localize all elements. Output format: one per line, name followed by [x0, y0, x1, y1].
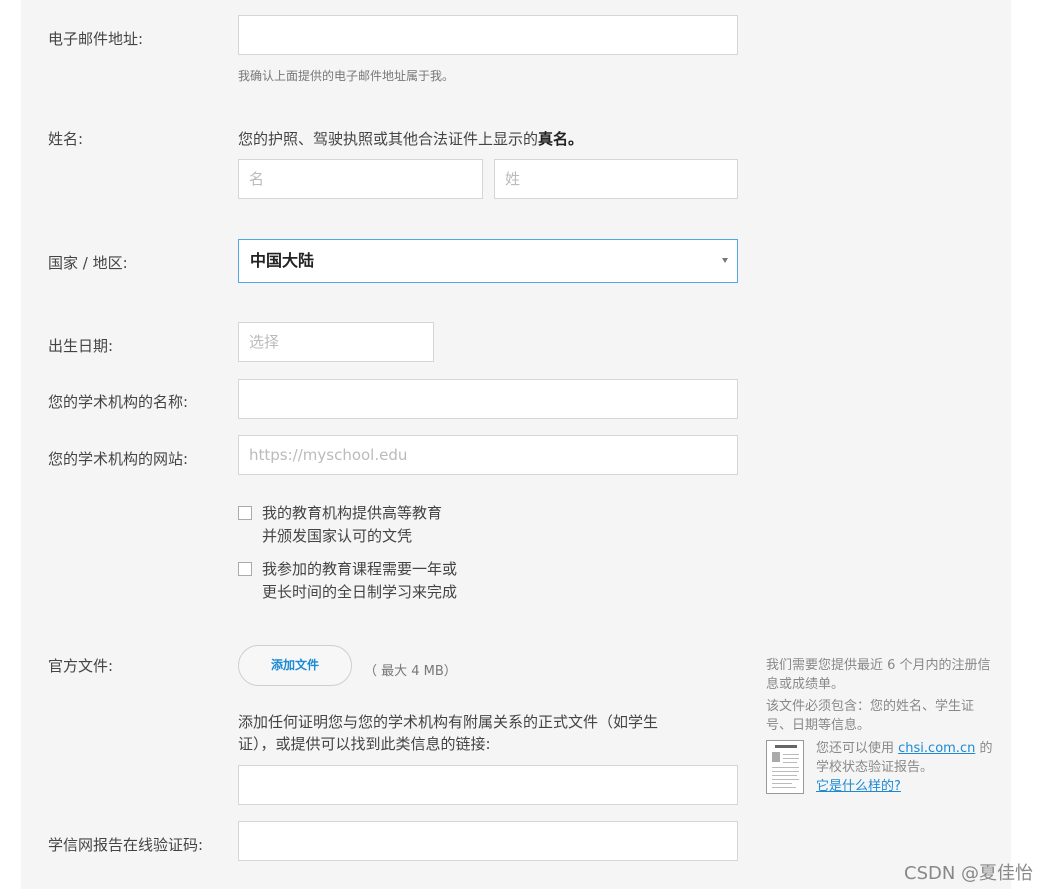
checkbox-label: 我参加的教育课程需要一年或 更长时间的全日制学习来完成: [262, 560, 458, 601]
institution-name-input[interactable]: [238, 379, 738, 419]
institution-name-label: 您的学术机构的名称:: [48, 393, 189, 411]
institution-site-input[interactable]: https://myschool.edu: [238, 435, 738, 475]
birthdate-picker[interactable]: 选择: [238, 322, 434, 362]
chsi-code-input[interactable]: [238, 821, 738, 861]
email-input[interactable]: [238, 15, 738, 55]
name-label: 姓名:: [48, 130, 84, 148]
first-name-input[interactable]: 名: [238, 159, 483, 199]
institution-site-label: 您的学术机构的网站:: [48, 450, 189, 468]
country-select[interactable]: 中国大陆: [238, 239, 738, 283]
official-docs-label: 官方文件:: [48, 657, 114, 675]
chsi-link[interactable]: chsi.com.cn: [898, 741, 975, 756]
checkbox-label: 我的教育机构提供高等教育 并颁发国家认可的文凭: [262, 504, 443, 545]
checkbox-box[interactable]: [238, 562, 252, 576]
name-description: 您的护照、驾驶执照或其他合法证件上显示的真名。: [238, 130, 584, 148]
last-name-input[interactable]: 姓: [494, 159, 738, 199]
sidebar-note-contents: 该文件必须包含：您的姓名、学生证 号、日期等信息。: [766, 699, 975, 733]
checkbox-fulltime-study[interactable]: 我参加的教育课程需要一年或 更长时间的全日制学习来完成: [238, 558, 498, 604]
birthdate-label: 出生日期:: [48, 337, 114, 355]
email-label: 电子邮件地址:: [48, 30, 144, 48]
watermark: CSDN @夏佳怡: [904, 863, 1034, 884]
checkbox-box[interactable]: [238, 506, 252, 520]
sidebar-note-chsi: 您还可以使用 chsi.com.cn 的 学校状态验证报告。 它是什么样的?: [816, 741, 993, 794]
email-confirm-hint: 我确认上面提供的电子邮件地址属于我。: [238, 69, 455, 83]
checkbox-higher-education[interactable]: 我的教育机构提供高等教育 并颁发国家认可的文凭: [238, 502, 498, 548]
example-link[interactable]: 它是什么样的?: [816, 779, 901, 794]
add-file-button[interactable]: 添加文件: [238, 645, 352, 686]
country-label: 国家 / 地区:: [48, 254, 128, 272]
country-selected-value: 中国大陆: [250, 251, 315, 270]
sidebar-note-requirement: 我们需要您提供最近 6 个月内的注册信 息或成绩单。: [766, 658, 991, 692]
chsi-code-label: 学信网报告在线验证码:: [48, 836, 204, 854]
official-docs-description: 添加任何证明您与您的学术机构有附属关系的正式文件（如学生 证），或提供可以找到此…: [238, 713, 659, 753]
max-size-note: （ 最大 4 MB）: [364, 664, 457, 679]
document-example-thumbnail: [766, 740, 804, 794]
chevron-down-icon: [722, 258, 728, 263]
document-link-input[interactable]: [238, 765, 738, 805]
